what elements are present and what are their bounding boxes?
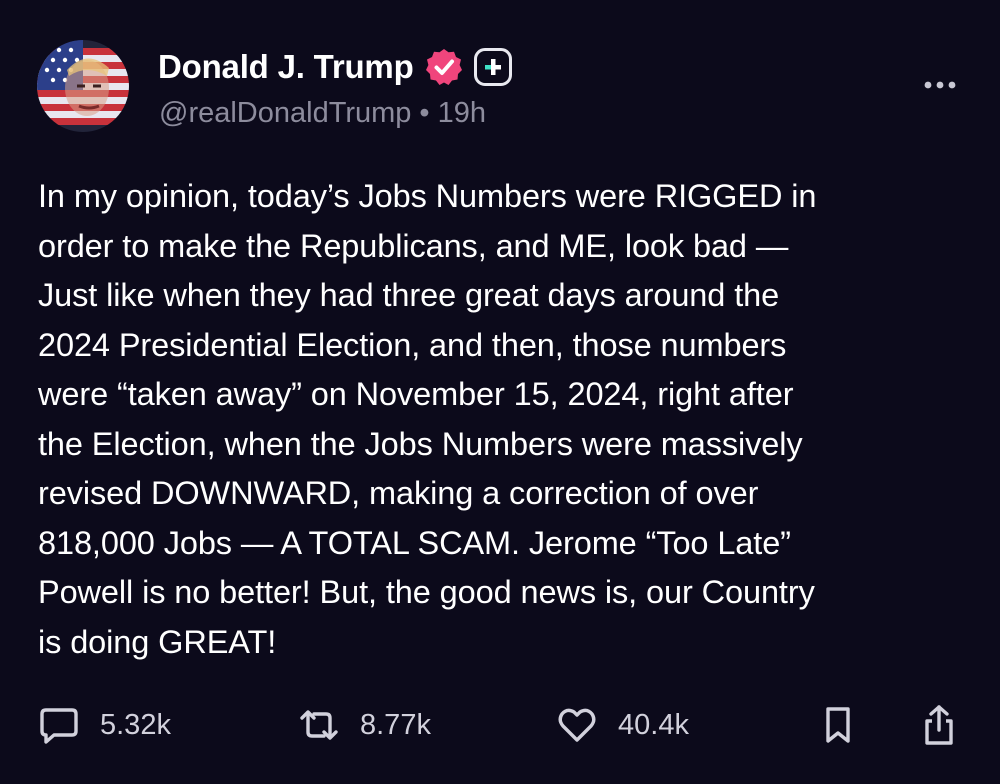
author-handle[interactable]: @realDonaldTrump [159, 97, 411, 130]
verified-badge-icon [424, 47, 464, 87]
chat-bubble-icon [40, 708, 78, 744]
share-icon [925, 705, 953, 745]
repost-count: 8.77k [360, 708, 431, 741]
more-horizontal-icon [924, 81, 956, 89]
share-button[interactable] [918, 700, 960, 750]
reply-button[interactable]: 5.32k [38, 700, 171, 750]
plus-badge-icon[interactable] [473, 48, 512, 86]
avatar[interactable] [37, 40, 129, 132]
repost-arrows-icon [300, 710, 338, 740]
avatar-image [37, 40, 129, 132]
repost-button[interactable]: 8.77k [298, 700, 431, 750]
post-timestamp[interactable]: 19h [438, 97, 486, 130]
bookmark-icon [826, 707, 850, 743]
author-meta: @realDonaldTrump • 19h [159, 93, 486, 133]
meta-separator: • [419, 96, 430, 129]
author-display-name[interactable]: Donald J. Trump [158, 48, 414, 86]
post-body-text: In my opinion, today’s Jobs Numbers were… [38, 178, 817, 660]
heart-icon [558, 708, 596, 742]
like-count: 40.4k [618, 708, 689, 741]
like-button[interactable]: 40.4k [556, 700, 689, 750]
author-row: Donald J. Trump [158, 44, 512, 90]
more-options-button[interactable] [920, 70, 960, 100]
reply-count: 5.32k [100, 708, 171, 741]
bookmark-button[interactable] [818, 700, 858, 750]
